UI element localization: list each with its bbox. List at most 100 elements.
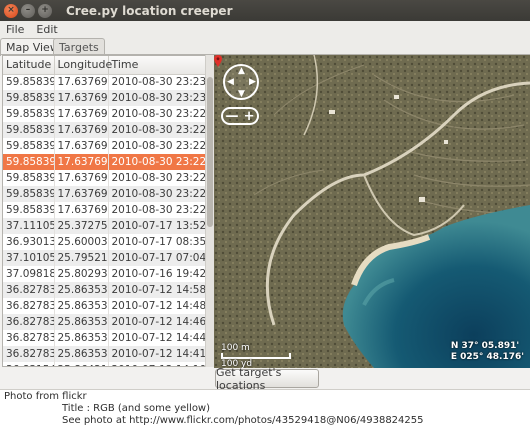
cell-time: 2010-08-30 23:22:57 [108,106,207,122]
pan-control-icon[interactable]: ▲ ▼ ◀ ▶ [223,64,259,100]
cell-longitude: 17.637691 [54,74,109,90]
cell-latitude: 36.831546 [3,362,55,366]
cell-time: 2010-08-30 23:23:04 [108,90,207,106]
cell-longitude: 25.863533 [54,314,109,330]
photo-link-text[interactable]: See photo at http://www.flickr.com/photo… [62,415,424,426]
cell-latitude: 36.827836 [3,330,55,346]
menu-file[interactable]: File [0,23,30,36]
coordinate-longitude: E 025° 48.176' [450,352,524,362]
menu-edit[interactable]: Edit [30,23,63,36]
cell-latitude: 37.098181 [3,266,55,282]
table-header-row: Latitude Longitude Time [3,56,207,75]
close-window-icon[interactable]: × [4,3,18,18]
table-row[interactable]: 37.10105625.7952112010-07-17 07:04:59 [3,250,207,266]
table-row[interactable]: 37.1110525.3727532010-07-17 13:52:35 [3,218,207,234]
table-row[interactable]: 59.85839317.6376912010-08-30 23:22:11 [3,186,207,202]
cell-longitude: 17.637691 [54,202,109,218]
map-coordinates: N 37° 05.891' E 025° 48.176' [451,341,524,363]
cell-latitude: 37.101056 [3,250,55,266]
cell-time: 2010-08-30 23:22:02 [108,202,207,218]
zoom-in-button[interactable]: + [244,109,255,124]
table-row[interactable]: 36.93013425.6000322010-07-17 08:35:30 [3,234,207,250]
cell-time: 2010-07-12 14:48:16 [108,298,207,314]
table-row[interactable]: 36.82783625.8635332010-07-12 14:58:33 [3,282,207,298]
satellite-map[interactable]: ▲ ▼ ◀ ▶ — + 100 m 100 yd N 37° 05.891' E… [214,55,530,368]
pan-up-icon[interactable]: ▲ [238,67,245,76]
table-row[interactable]: 59.85839317.6376912010-08-30 23:22:31 [3,154,207,170]
table-row[interactable]: 36.82783625.8635332010-07-12 14:48:16 [3,298,207,314]
cell-time: 2010-08-30 23:22:11 [108,186,207,202]
photo-title-text: Title : RGB (and some yellow) [62,403,211,414]
scrollbar-thumb[interactable] [207,77,213,227]
title-bar: × – + Cree.py location creeper [0,0,530,21]
minimize-window-icon[interactable]: – [21,3,35,18]
map-scale: 100 m 100 yd [221,343,291,368]
cell-latitude: 59.858393 [3,138,55,154]
cell-longitude: 17.637691 [54,122,109,138]
cell-time: 2010-07-12 14:46:32 [108,314,207,330]
window-title: Cree.py location creeper [66,3,233,18]
table-row[interactable]: 36.82783625.8635332010-07-12 14:46:32 [3,314,207,330]
column-header-latitude[interactable]: Latitude [3,56,55,75]
cell-longitude: 17.637691 [54,170,109,186]
cell-longitude: 25.864219 [54,362,109,366]
photo-source-text: Photo from flickr [4,391,87,402]
table-row[interactable]: 37.09818125.8029362010-07-16 19:42:29 [3,266,207,282]
table-row[interactable]: 36.83154625.8642192010-07-12 14:10:19 [3,362,207,366]
cell-latitude: 36.930134 [3,234,55,250]
cell-time: 2010-08-30 23:23:12 [108,74,207,90]
cell-time: 2010-07-12 14:58:33 [108,282,207,298]
cell-time: 2010-07-17 13:52:35 [108,218,207,234]
cell-time: 2010-07-17 08:35:30 [108,234,207,250]
cell-time: 2010-08-30 23:22:21 [108,170,207,186]
table-row[interactable]: 59.85839317.6376912010-08-30 23:23:12 [3,74,207,90]
notebook-tabs: Map View Targets [0,37,530,56]
get-target-locations-button[interactable]: Get target's locations [215,366,319,392]
tab-targets[interactable]: Targets [53,38,105,55]
zoom-out-button[interactable]: — [226,109,239,124]
scale-metric-label: 100 m [221,343,250,353]
cell-longitude: 25.600032 [54,234,109,250]
window-controls: × – + [4,3,52,18]
pan-right-icon[interactable]: ▶ [249,78,256,87]
pan-down-icon[interactable]: ▼ [238,90,245,99]
table-scrollbar[interactable] [205,55,214,367]
cell-latitude: 59.858393 [3,74,55,90]
table-row[interactable]: 59.85839317.6376912010-08-30 23:22:02 [3,202,207,218]
table-row[interactable]: 59.85839317.6376912010-08-30 23:22:57 [3,106,207,122]
table-row[interactable]: 59.85839317.6376912010-08-30 23:22:38 [3,138,207,154]
cell-time: 2010-07-12 14:10:19 [108,362,207,366]
cell-longitude: 17.637691 [54,90,109,106]
column-header-longitude[interactable]: Longitude [54,56,112,75]
column-header-time[interactable]: Time [108,56,207,75]
table-row[interactable]: 59.85839317.6376912010-08-30 23:22:48 [3,122,207,138]
cell-time: 2010-08-30 23:22:38 [108,138,207,154]
cell-time: 2010-07-16 19:42:29 [108,266,207,282]
cell-latitude: 36.827836 [3,346,55,362]
cell-latitude: 59.858393 [3,90,55,106]
cell-time: 2010-08-30 23:22:48 [108,122,207,138]
cell-longitude: 17.637691 [54,106,109,122]
maximize-window-icon[interactable]: + [38,3,52,18]
cell-longitude: 25.795211 [54,250,109,266]
table-row[interactable]: 36.82783625.8635332010-07-12 14:44:39 [3,330,207,346]
table-row[interactable]: 59.85839317.6376912010-08-30 23:23:04 [3,90,207,106]
table-row[interactable]: 59.85839317.6376912010-08-30 23:22:21 [3,170,207,186]
cell-latitude: 59.858393 [3,186,55,202]
cell-latitude: 59.858393 [3,154,55,170]
cell-latitude: 37.11105 [3,218,55,234]
pan-left-icon[interactable]: ◀ [227,78,234,87]
cell-time: 2010-07-12 14:44:39 [108,330,207,346]
cell-time: 2010-07-12 14:41:46 [108,346,207,362]
cell-longitude: 25.863533 [54,346,109,362]
table-row[interactable]: 36.82783625.8635332010-07-12 14:41:46 [3,346,207,362]
cell-longitude: 25.863533 [54,298,109,314]
cell-latitude: 36.827836 [3,298,55,314]
photo-info-pane: Photo from flickr Title : RGB (and some … [0,389,530,437]
locations-table[interactable]: Latitude Longitude Time 59.85839317.6376… [2,55,214,367]
cell-latitude: 59.858393 [3,122,55,138]
cell-time: 2010-08-30 23:22:31 [108,154,207,170]
cell-latitude: 36.827836 [3,282,55,298]
cell-longitude: 25.802936 [54,266,109,282]
map-pin-icon[interactable] [214,55,222,67]
